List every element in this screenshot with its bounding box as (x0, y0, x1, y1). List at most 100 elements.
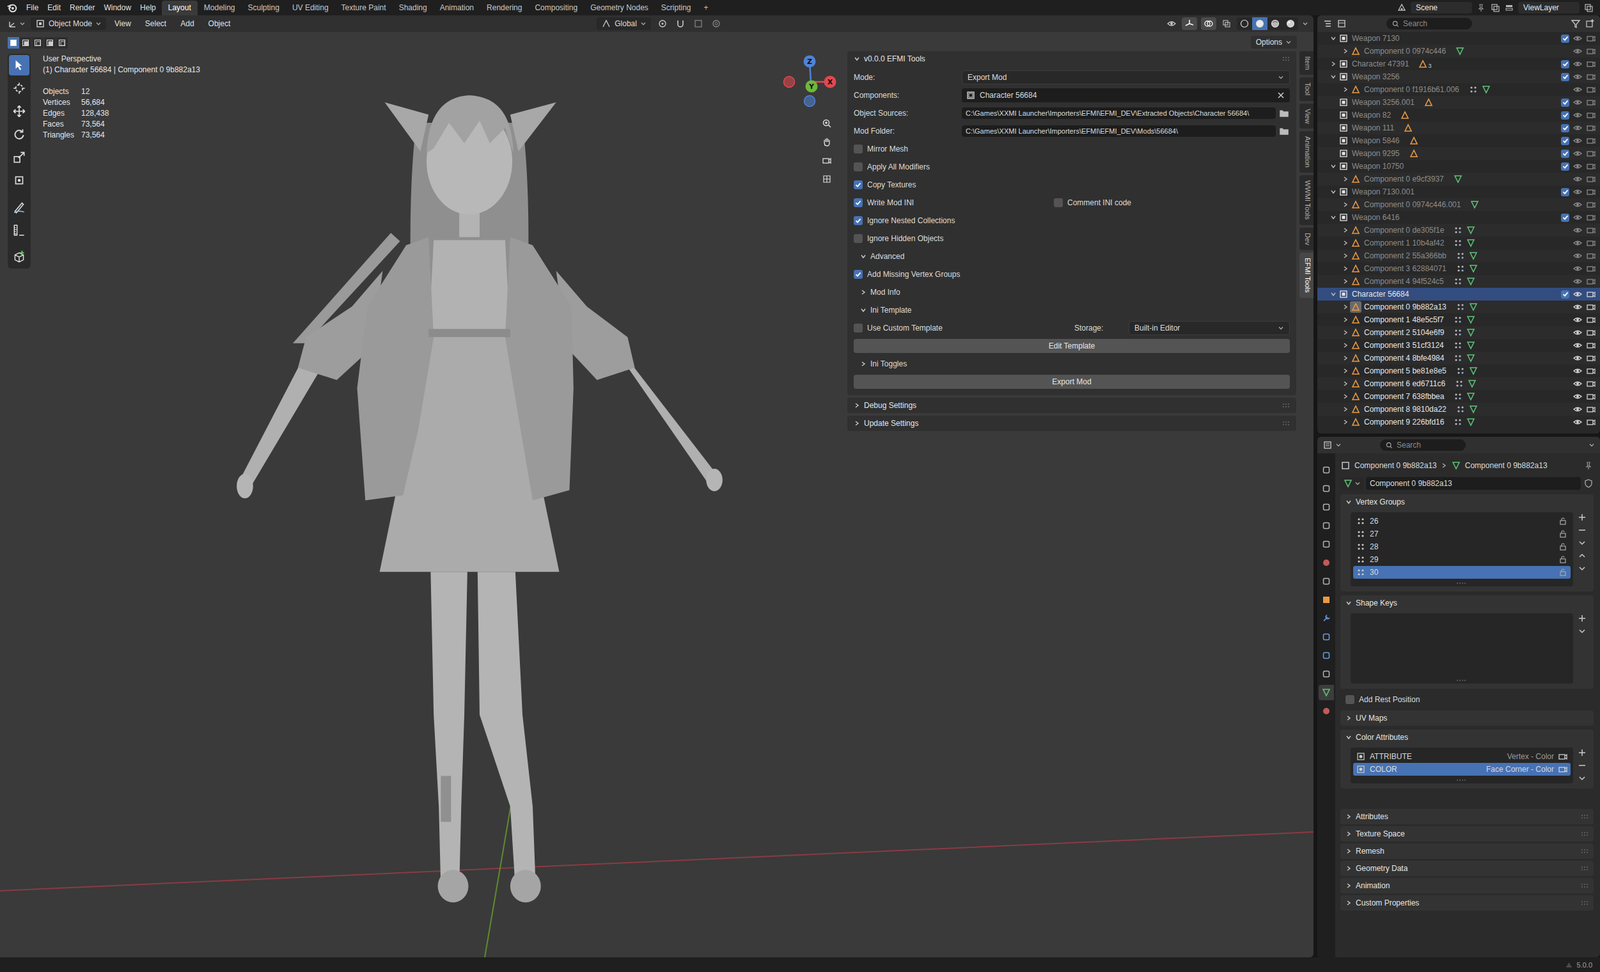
lock-icon[interactable] (1557, 567, 1569, 578)
render-camera-icon[interactable] (1585, 109, 1597, 121)
render-camera-icon[interactable] (1585, 237, 1597, 249)
outliner-row[interactable]: Component 8 9810da22 (1317, 402, 1600, 416)
gizmo-toggle[interactable] (1181, 17, 1198, 31)
workspace-tab[interactable]: Layout (161, 0, 198, 16)
checkbox[interactable] (853, 216, 863, 226)
subpanel-header[interactable]: Ini Template (853, 303, 1290, 318)
panel-header[interactable]: v0.0.0 EFMI Tools (847, 51, 1297, 67)
mesh-data-icon[interactable] (1465, 327, 1476, 338)
outliner-row[interactable]: Weapon 7130.001 (1317, 185, 1600, 199)
outliner-row[interactable]: Weapon 9295 (1317, 147, 1600, 160)
negative-axis-handle[interactable] (804, 95, 816, 107)
disclosure[interactable] (1342, 303, 1350, 311)
negative-axis-handle[interactable] (784, 76, 795, 88)
menu-item[interactable]: Window (99, 1, 136, 15)
eye-icon[interactable] (1572, 276, 1583, 287)
disclosure[interactable] (1342, 239, 1350, 247)
panel-header[interactable]: Remesh (1340, 843, 1594, 859)
action-button[interactable]: Edit Template (853, 338, 1290, 353)
panel-header[interactable]: Custom Properties (1340, 895, 1594, 911)
workspace-tab[interactable]: Texture Paint (335, 0, 393, 16)
eye-icon[interactable] (1572, 161, 1583, 172)
checkbox-field[interactable]: Write Mod INI (853, 198, 1054, 208)
mesh-data-icon[interactable] (1468, 301, 1479, 313)
mode-dropdown[interactable]: Object Mode (30, 17, 107, 31)
sidebar-tab[interactable]: Dev (1299, 227, 1314, 251)
menu-item[interactable]: Help (135, 1, 161, 15)
filter-icon[interactable] (1570, 18, 1581, 29)
vertex-groups-icon[interactable] (1452, 340, 1464, 351)
disclosure[interactable] (1330, 163, 1338, 170)
disclosure[interactable] (1342, 86, 1350, 93)
eye-icon[interactable] (1572, 186, 1583, 197)
disclosure[interactable] (1342, 354, 1350, 362)
checkbox-field[interactable]: Use Custom Template (853, 323, 1075, 333)
dropdown-icon[interactable] (1335, 441, 1342, 449)
outliner-row[interactable]: Component 0 0974c446 (1317, 44, 1600, 58)
render-camera-icon[interactable] (1585, 404, 1597, 415)
panel-header[interactable]: Debug Settings (847, 397, 1297, 414)
eye-icon[interactable] (1572, 301, 1583, 313)
color-attribute-row[interactable]: COLORFace Corner - Color (1353, 762, 1571, 776)
checkbox-field[interactable]: Mirror Mesh (853, 144, 909, 154)
camera-view-button[interactable] (818, 152, 836, 169)
mesh-object-icon[interactable] (1403, 122, 1414, 134)
outliner-row[interactable]: Component 1 10b4af42 (1317, 236, 1600, 250)
tool-button[interactable] (8, 196, 30, 218)
eye-icon[interactable] (1572, 225, 1583, 236)
exclude-checkbox[interactable] (1560, 290, 1570, 299)
action-button[interactable]: Export Mod (853, 374, 1290, 389)
vertex-groups-icon[interactable] (1452, 352, 1464, 364)
orientation-dropdown[interactable]: Global (596, 17, 651, 31)
add-icon[interactable] (1576, 512, 1588, 523)
render-camera-icon[interactable] (1585, 365, 1597, 377)
checkbox[interactable] (853, 180, 863, 190)
vertex-groups-icon[interactable] (1452, 225, 1464, 236)
view-layer-icon[interactable] (1504, 2, 1515, 13)
checkbox[interactable] (853, 234, 863, 244)
path-field[interactable]: C:\Games\XXMI Launcher\Importers\EFMI\EF… (961, 107, 1276, 119)
disclosure[interactable] (1342, 265, 1350, 272)
vertex-groups-icon[interactable] (1452, 237, 1464, 249)
vertex-groups-icon[interactable] (1452, 314, 1464, 325)
workspace-tab[interactable]: Sculpting (241, 0, 286, 16)
panel-header[interactable]: Animation (1340, 878, 1594, 894)
shading-button[interactable] (1252, 17, 1268, 31)
sidebar-tab[interactable]: Tool (1299, 77, 1314, 101)
resize-grip-icon[interactable] (1455, 778, 1469, 783)
eye-icon[interactable] (1572, 250, 1583, 261)
eye-icon[interactable] (1572, 135, 1583, 146)
sidebar-tab[interactable]: View (1299, 103, 1314, 130)
tool-button[interactable] (8, 170, 30, 191)
axis-handle[interactable]: Z (803, 55, 816, 68)
eye-icon[interactable] (1572, 199, 1583, 210)
exclude-checkbox[interactable] (1560, 124, 1570, 133)
checkbox-field[interactable]: Apply All Modifiers (853, 162, 930, 172)
zoom-button[interactable] (818, 115, 836, 132)
exclude-checkbox[interactable] (1560, 136, 1570, 146)
vertex-groups-icon[interactable] (1452, 391, 1464, 402)
eye-icon[interactable] (1572, 46, 1583, 57)
checkbox[interactable] (853, 162, 863, 172)
properties-search[interactable]: Search (1380, 439, 1466, 451)
outliner-row[interactable]: Component 0 9b882a13 (1317, 300, 1600, 314)
shading-button[interactable] (1267, 17, 1283, 31)
eye-icon[interactable] (1572, 71, 1583, 82)
specials-icon[interactable] (1576, 537, 1588, 549)
disclosure[interactable] (1330, 73, 1338, 80)
render-camera-icon[interactable] (1585, 340, 1597, 351)
render-camera-icon[interactable] (1585, 71, 1597, 82)
axis-handle[interactable]: X (824, 76, 837, 89)
viewport-menu-item[interactable]: Add (174, 17, 200, 30)
render-camera-icon[interactable] (1585, 352, 1597, 364)
vertex-group-row[interactable]: 29 (1353, 553, 1571, 566)
sidebar-tab[interactable]: Item (1299, 51, 1314, 75)
xray-icon[interactable] (1221, 18, 1232, 29)
lock-icon[interactable] (1557, 554, 1569, 565)
outliner-row[interactable]: Weapon 111 (1317, 121, 1600, 135)
mesh-data-icon[interactable] (1465, 276, 1476, 287)
checkbox-field[interactable]: Add Missing Vertex Groups (853, 269, 960, 279)
folder-icon[interactable] (1278, 125, 1290, 137)
outliner-row[interactable]: Weapon 82 (1317, 108, 1600, 122)
mesh-object-icon[interactable] (1423, 97, 1434, 108)
